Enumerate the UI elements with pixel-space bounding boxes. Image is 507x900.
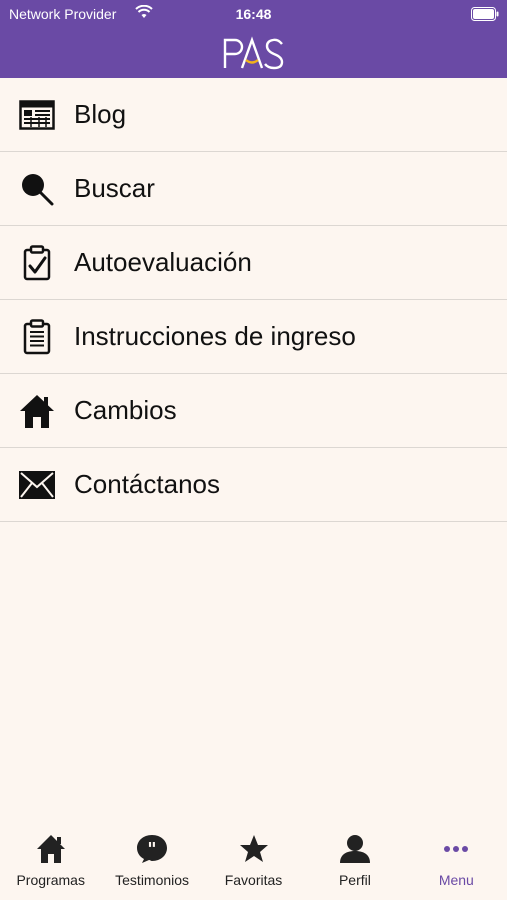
status-bar: Network Provider 16:48 [0, 0, 507, 28]
quote-bubble-icon: " [101, 832, 202, 866]
menu-item-blog[interactable]: Blog [0, 78, 507, 152]
more-dots-icon [406, 832, 507, 866]
user-icon [304, 832, 405, 866]
menu-item-contactanos[interactable]: Contáctanos [0, 448, 507, 522]
clipboard-check-icon [18, 244, 56, 282]
star-icon [203, 832, 304, 866]
tab-favoritas[interactable]: Favoritas [203, 822, 304, 900]
tab-label: Testimonios [115, 872, 190, 888]
menu-item-label: Instrucciones de ingreso [74, 321, 356, 351]
clipboard-list-icon [18, 318, 56, 356]
tab-label: Menu [438, 872, 474, 888]
tab-label: Favoritas [224, 872, 283, 888]
tab-label: Perfil [338, 872, 371, 888]
menu-item-label: Buscar [74, 173, 155, 203]
tab-testimonios[interactable]: " Testimonios [101, 822, 202, 900]
menu-item-label: Blog [74, 99, 127, 129]
menu-item-cambios[interactable]: Cambios [0, 374, 507, 448]
menu-item-label: Autoevaluación [74, 247, 252, 277]
tab-bar: Programas " Testimonios Favoritas Perfil [0, 822, 507, 900]
battery-icon [471, 7, 499, 24]
menu-item-buscar[interactable]: Buscar [0, 152, 507, 226]
menu-item-instrucciones[interactable]: Instrucciones de ingreso [0, 300, 507, 374]
pas-logo [222, 36, 286, 77]
tab-label: Programas [16, 872, 85, 888]
tab-programas[interactable]: Programas [0, 822, 101, 900]
tab-perfil[interactable]: Perfil [304, 822, 405, 900]
menu-item-label: Cambios [74, 395, 177, 425]
home-icon [18, 392, 56, 430]
search-icon [18, 170, 56, 208]
envelope-icon [18, 466, 56, 504]
menu-list: Blog Buscar Autoevaluación Instrucciones… [0, 78, 507, 522]
menu-item-autoevaluacion[interactable]: Autoevaluación [0, 226, 507, 300]
app-header [0, 28, 507, 78]
svg-text:": " [147, 839, 156, 860]
home-icon [0, 832, 101, 866]
menu-item-label: Contáctanos [74, 469, 220, 499]
newspaper-icon [18, 96, 56, 134]
status-time: 16:48 [235, 6, 272, 22]
tab-menu[interactable]: Menu [406, 822, 507, 900]
